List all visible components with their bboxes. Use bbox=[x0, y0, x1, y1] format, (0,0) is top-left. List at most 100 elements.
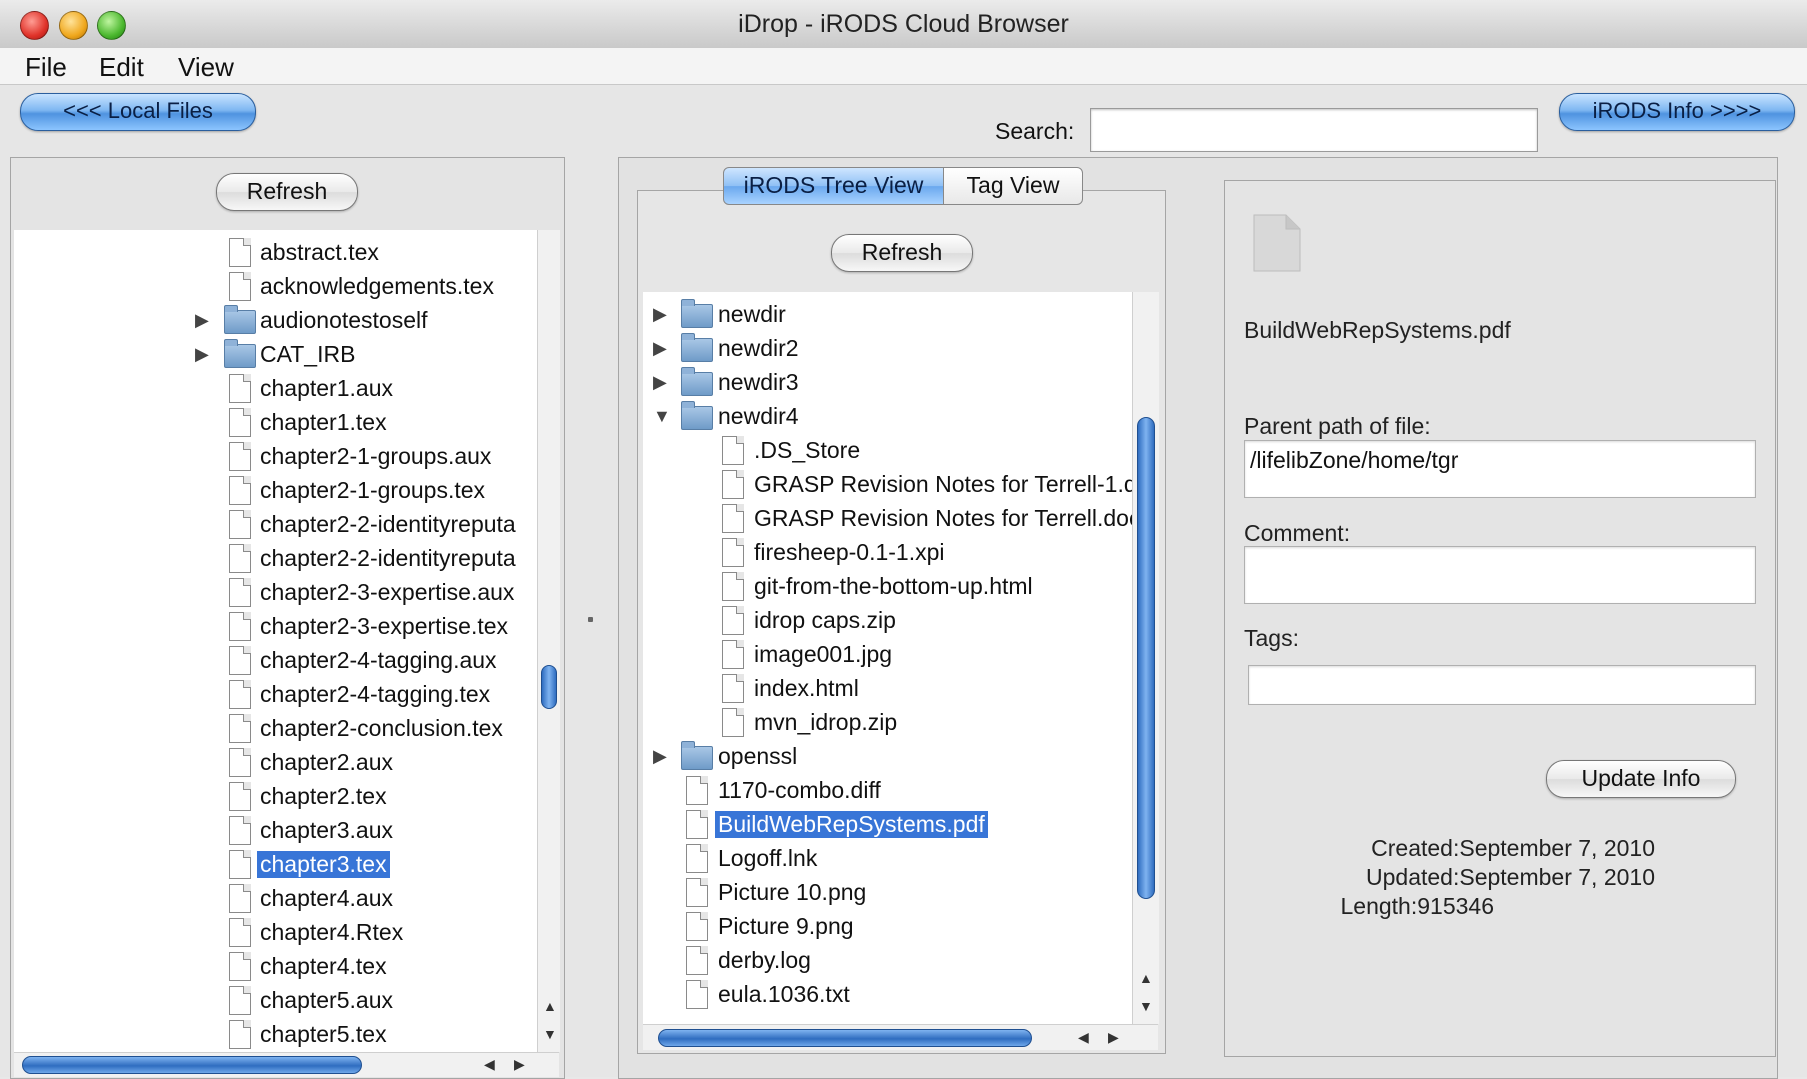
item-label: firesheep-0.1-1.xpi bbox=[754, 539, 945, 565]
expand-arrow-icon[interactable]: ▶ bbox=[653, 338, 667, 359]
file-icon bbox=[229, 408, 251, 437]
menu-file[interactable]: File bbox=[25, 52, 67, 83]
local-file-row[interactable]: abstract.tex bbox=[14, 236, 537, 270]
scroll-right-arrow-icon[interactable]: ▶ bbox=[1108, 1029, 1119, 1046]
irods-folder-row[interactable]: ▶ newdir2 bbox=[643, 332, 1132, 366]
local-file-row[interactable]: chapter2-2-identityreputa bbox=[14, 508, 537, 542]
irods-file-row[interactable]: mvn_idrop.zip bbox=[643, 706, 1132, 740]
local-folder-row[interactable]: ▶ audionotestoself bbox=[14, 304, 537, 338]
title-bar: iDrop - iRODS Cloud Browser bbox=[0, 0, 1807, 49]
scroll-down-arrow-icon[interactable]: ▼ bbox=[543, 1026, 557, 1042]
irods-file-row[interactable]: 1170-combo.diff bbox=[643, 774, 1132, 808]
file-icon bbox=[229, 816, 251, 845]
file-icon bbox=[722, 436, 744, 465]
search-input[interactable] bbox=[1090, 108, 1538, 152]
scroll-up-arrow-icon[interactable]: ▲ bbox=[1139, 970, 1153, 986]
local-file-row[interactable]: chapter2-2-identityreputa bbox=[14, 542, 537, 576]
local-file-row[interactable]: chapter2-4-tagging.aux bbox=[14, 644, 537, 678]
irods-file-row[interactable]: Picture 10.png bbox=[643, 876, 1132, 910]
collapse-arrow-icon[interactable]: ▼ bbox=[653, 406, 671, 427]
expand-arrow-icon[interactable]: ▶ bbox=[195, 344, 209, 365]
irods-file-row[interactable]: eula.1036.txt bbox=[643, 978, 1132, 1012]
local-file-row[interactable]: chapter2-1-groups.tex bbox=[14, 474, 537, 508]
local-file-row[interactable]: acknowledgements.tex bbox=[14, 270, 537, 304]
irods-folder-row[interactable]: ▶ openssl bbox=[643, 740, 1132, 774]
scroll-right-arrow-icon[interactable]: ▶ bbox=[514, 1056, 525, 1073]
local-horizontal-scroll-thumb[interactable] bbox=[22, 1056, 362, 1074]
local-file-row[interactable]: chapter2-1-groups.aux bbox=[14, 440, 537, 474]
scroll-left-arrow-icon[interactable]: ◀ bbox=[1078, 1029, 1089, 1046]
local-file-row[interactable]: chapter5.tex bbox=[14, 1018, 537, 1052]
expand-arrow-icon[interactable]: ▶ bbox=[653, 372, 667, 393]
parent-path-field[interactable]: /lifelibZone/home/tgr bbox=[1244, 440, 1756, 498]
item-label: chapter4.Rtex bbox=[260, 919, 404, 945]
file-icon bbox=[229, 918, 251, 947]
local-file-row[interactable]: chapter2-conclusion.tex bbox=[14, 712, 537, 746]
local-file-row[interactable]: chapter2-3-expertise.tex bbox=[14, 610, 537, 644]
folder-icon bbox=[224, 305, 256, 334]
irods-file-row[interactable]: Picture 9.png bbox=[643, 910, 1132, 944]
irods-folder-row[interactable]: ▼ newdir4 bbox=[643, 400, 1132, 434]
tags-field[interactable] bbox=[1248, 665, 1756, 705]
local-refresh-button[interactable]: Refresh bbox=[216, 173, 358, 211]
scroll-left-arrow-icon[interactable]: ◀ bbox=[484, 1056, 495, 1073]
local-file-row[interactable]: chapter3.aux bbox=[14, 814, 537, 848]
irods-file-row[interactable]: git-from-the-bottom-up.html bbox=[643, 570, 1132, 604]
irods-vertical-scroll-thumb[interactable] bbox=[1137, 417, 1155, 899]
local-file-row[interactable]: chapter5.aux bbox=[14, 984, 537, 1018]
irods-file-tree[interactable]: ▶ newdir ▶ newdir2 ▶ newdir3 ▼ newdir4 .DS_Store… bbox=[643, 292, 1132, 1024]
irods-horizontal-scrollbar[interactable]: ◀ ▶ bbox=[643, 1024, 1158, 1050]
item-label: Picture 10.png bbox=[718, 879, 867, 905]
item-label: BuildWebRepSystems.pdf bbox=[715, 811, 988, 838]
irods-horizontal-scroll-thumb[interactable] bbox=[658, 1029, 1032, 1047]
local-file-row[interactable]: chapter2-3-expertise.aux bbox=[14, 576, 537, 610]
irods-folder-row[interactable]: ▶ newdir3 bbox=[643, 366, 1132, 400]
scroll-down-arrow-icon[interactable]: ▼ bbox=[1139, 998, 1153, 1014]
expand-arrow-icon[interactable]: ▶ bbox=[195, 310, 209, 331]
expand-arrow-icon[interactable]: ▶ bbox=[653, 304, 667, 325]
local-file-row[interactable]: chapter4.aux bbox=[14, 882, 537, 916]
local-file-row[interactable]: chapter4.Rtex bbox=[14, 916, 537, 950]
local-vertical-scrollbar[interactable]: ▲ ▼ bbox=[537, 230, 560, 1052]
irods-file-row[interactable]: idrop caps.zip bbox=[643, 604, 1132, 638]
irods-file-row[interactable]: index.html bbox=[643, 672, 1132, 706]
update-info-button[interactable]: Update Info bbox=[1546, 760, 1736, 798]
local-file-list[interactable]: abstract.tex acknowledgements.tex ▶ audiono… bbox=[14, 230, 537, 1052]
local-files-button[interactable]: <<< Local Files bbox=[20, 93, 256, 131]
local-file-row[interactable]: chapter1.aux bbox=[14, 372, 537, 406]
tab-irods-tree-view[interactable]: iRODS Tree View bbox=[723, 167, 944, 205]
irods-file-row[interactable]: .DS_Store bbox=[643, 434, 1132, 468]
irods-folder-row[interactable]: ▶ newdir bbox=[643, 298, 1132, 332]
local-folder-row[interactable]: ▶ CAT_IRB bbox=[14, 338, 537, 372]
item-label: chapter2.tex bbox=[260, 783, 387, 809]
irods-file-row[interactable]: image001.jpg bbox=[643, 638, 1132, 672]
local-file-row[interactable]: chapter2-4-tagging.tex bbox=[14, 678, 537, 712]
irods-info-button[interactable]: iRODS Info >>>> bbox=[1559, 93, 1795, 131]
local-file-row[interactable]: chapter2.tex bbox=[14, 780, 537, 814]
local-horizontal-scrollbar[interactable]: ◀ ▶ bbox=[14, 1052, 559, 1077]
local-file-row[interactable]: chapter2.aux bbox=[14, 746, 537, 780]
comment-field[interactable] bbox=[1244, 546, 1756, 604]
local-file-row[interactable]: chapter3.tex bbox=[14, 848, 537, 882]
info-file-name: BuildWebRepSystems.pdf bbox=[1244, 317, 1511, 343]
irods-file-row[interactable]: firesheep-0.1-1.xpi bbox=[643, 536, 1132, 570]
local-file-row[interactable]: chapter4.tex bbox=[14, 950, 537, 984]
menu-edit[interactable]: Edit bbox=[99, 52, 144, 83]
tab-tag-view[interactable]: Tag View bbox=[943, 167, 1083, 205]
irods-file-row[interactable]: Logoff.lnk bbox=[643, 842, 1132, 876]
scroll-up-arrow-icon[interactable]: ▲ bbox=[543, 998, 557, 1014]
expand-arrow-icon[interactable]: ▶ bbox=[653, 746, 667, 767]
left-splitter-handle[interactable] bbox=[588, 617, 593, 622]
irods-file-row[interactable]: GRASP Revision Notes for Terrell.doc bbox=[643, 502, 1132, 536]
window-title: iDrop - iRODS Cloud Browser bbox=[738, 10, 1069, 38]
irods-refresh-button[interactable]: Refresh bbox=[831, 234, 973, 272]
irods-file-row[interactable]: GRASP Revision Notes for Terrell-1.d bbox=[643, 468, 1132, 502]
local-vertical-scroll-thumb[interactable] bbox=[541, 665, 557, 709]
irods-vertical-scrollbar[interactable]: ▲ ▼ bbox=[1132, 292, 1159, 1024]
local-file-row[interactable]: chapter1.tex bbox=[14, 406, 537, 440]
file-icon bbox=[722, 674, 744, 703]
menu-view[interactable]: View bbox=[178, 52, 234, 83]
file-icon bbox=[229, 510, 251, 539]
irods-file-row[interactable]: BuildWebRepSystems.pdf bbox=[643, 808, 1132, 842]
irods-file-row[interactable]: derby.log bbox=[643, 944, 1132, 978]
